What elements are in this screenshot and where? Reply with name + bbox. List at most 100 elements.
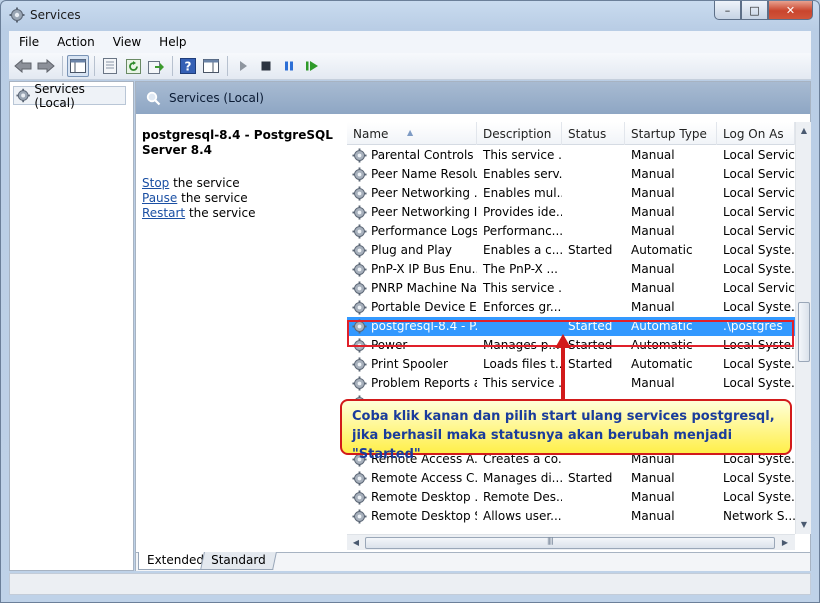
content-header: Services (Local) bbox=[136, 82, 810, 114]
table-row[interactable]: Problem Reports a... This service ... Manu… bbox=[347, 374, 795, 393]
export-list-button[interactable] bbox=[145, 55, 167, 77]
toolbar-separator bbox=[94, 56, 95, 76]
cell-startup-type: Manual bbox=[631, 224, 675, 238]
cell-startup-type: Manual bbox=[631, 490, 675, 504]
scroll-up-icon[interactable]: ▲ bbox=[798, 124, 810, 138]
stop-link[interactable]: Stop bbox=[142, 176, 169, 190]
table-row[interactable]: Remote Access C... Manages di... Started Ma… bbox=[347, 469, 795, 488]
menu-file[interactable]: File bbox=[9, 35, 47, 49]
cell-description: Enables mul... bbox=[483, 186, 562, 200]
horizontal-scroll-thumb[interactable] bbox=[365, 537, 775, 549]
restart-service-button[interactable] bbox=[301, 55, 323, 77]
scroll-left-icon[interactable]: ◀ bbox=[350, 536, 362, 550]
cell-name: Peer Networking I... bbox=[371, 205, 477, 219]
cell-log-on-as: Local Syste... bbox=[723, 376, 795, 390]
cell-description: Provides ide... bbox=[483, 205, 562, 219]
cell-status bbox=[562, 146, 625, 165]
cell-log-on-as: Local Syste... bbox=[723, 357, 795, 371]
view-tabs: Extended Standard bbox=[136, 552, 810, 571]
forward-button[interactable] bbox=[35, 55, 57, 77]
cell-log-on-as: Local Service bbox=[723, 281, 795, 295]
table-row[interactable]: Portable Device E... Enforces gr... Manual… bbox=[347, 298, 795, 317]
tree-node-label: Services (Local) bbox=[34, 81, 85, 110]
close-button[interactable]: ✕ bbox=[768, 1, 813, 20]
scroll-down-icon[interactable]: ▼ bbox=[798, 518, 810, 532]
cell-startup-type: Manual bbox=[631, 186, 675, 200]
cell-log-on-as: Network S... bbox=[723, 509, 795, 523]
table-row[interactable]: Print Spooler Loads files t... Started Auto… bbox=[347, 355, 795, 374]
refresh-icon bbox=[125, 58, 141, 74]
cell-description: Enforces gr... bbox=[483, 300, 562, 314]
menu-view[interactable]: View bbox=[103, 35, 149, 49]
cell-log-on-as: Local Service bbox=[723, 224, 795, 238]
show-action-pane-button[interactable] bbox=[200, 55, 222, 77]
cell-status: Started bbox=[568, 357, 613, 371]
status-bar bbox=[9, 573, 811, 595]
pause-link[interactable]: Pause bbox=[142, 191, 177, 205]
cell-description: Enables a c... bbox=[483, 243, 562, 257]
restart-action: Restart the service bbox=[142, 206, 255, 220]
cell-name: Performance Logs... bbox=[371, 224, 477, 238]
column-header-startup-type[interactable]: Startup Type bbox=[625, 122, 717, 145]
resume-icon bbox=[306, 61, 318, 71]
table-row[interactable]: Plug and Play Enables a c... Started Automa… bbox=[347, 241, 795, 260]
cell-name: Remote Desktop S... bbox=[371, 509, 477, 523]
help-button[interactable]: ? bbox=[177, 55, 199, 77]
cell-status: Started bbox=[568, 471, 613, 485]
title-bar[interactable]: Services – □ ✕ bbox=[1, 1, 819, 31]
table-row[interactable]: Parental Controls This service ... Manual L… bbox=[347, 146, 795, 165]
cell-status bbox=[562, 165, 625, 184]
toolbar-separator bbox=[227, 56, 228, 76]
menu-help[interactable]: Help bbox=[149, 35, 194, 49]
cell-description: This service ... bbox=[483, 281, 562, 295]
restart-link[interactable]: Restart bbox=[142, 206, 185, 220]
cell-name: Parental Controls bbox=[371, 148, 474, 162]
cell-name: PnP-X IP Bus Enu... bbox=[371, 262, 477, 276]
tab-standard[interactable]: Standard bbox=[200, 552, 277, 570]
table-row[interactable]: PnP-X IP Bus Enu... The PnP-X ... Manual Lo… bbox=[347, 260, 795, 279]
scroll-right-icon[interactable]: ▶ bbox=[779, 536, 791, 550]
properties-button[interactable] bbox=[99, 55, 121, 77]
cell-name: Print Spooler bbox=[371, 357, 448, 371]
minimize-button[interactable]: – bbox=[714, 1, 741, 20]
table-row[interactable]: Remote Desktop ... Remote Des... Manual Loc… bbox=[347, 488, 795, 507]
table-row[interactable]: Peer Name Resolu... Enables serv... Manual… bbox=[347, 165, 795, 184]
stop-action: Stop the service bbox=[142, 176, 240, 190]
maximize-button[interactable]: □ bbox=[741, 1, 768, 20]
cell-name: Remote Desktop ... bbox=[371, 490, 477, 504]
start-service-button[interactable] bbox=[232, 55, 254, 77]
cell-startup-type: Automatic bbox=[631, 357, 693, 371]
show-console-tree-button[interactable] bbox=[67, 55, 89, 77]
annotation-arrow-shaft bbox=[561, 346, 565, 400]
restart-action-suffix: the service bbox=[185, 206, 256, 220]
callout-line-2: jika berhasil maka statusnya akan beruba… bbox=[352, 428, 733, 462]
export-list-icon bbox=[148, 60, 164, 74]
cell-name: Plug and Play bbox=[371, 243, 453, 257]
menu-action[interactable]: Action bbox=[47, 35, 103, 49]
column-header-description[interactable]: Description bbox=[477, 122, 562, 145]
cell-name: Portable Device E... bbox=[371, 300, 477, 314]
back-button[interactable] bbox=[12, 55, 34, 77]
vertical-scrollbar[interactable]: ▲ ▼ bbox=[795, 122, 811, 534]
table-row[interactable]: PNRP Machine Na... This service ... Manual… bbox=[347, 279, 795, 298]
cell-startup-type: Automatic bbox=[631, 243, 693, 257]
toolbar: ? bbox=[9, 53, 811, 80]
column-header-log-on-as[interactable]: Log On As bbox=[717, 122, 795, 145]
table-row[interactable]: Remote Desktop S... Allows user... Manual N… bbox=[347, 507, 795, 526]
pause-service-button[interactable] bbox=[278, 55, 300, 77]
horizontal-scrollbar[interactable]: ◀ |||| ▶ bbox=[347, 534, 795, 550]
column-header-status[interactable]: Status bbox=[562, 122, 625, 145]
refresh-button[interactable] bbox=[122, 55, 144, 77]
vertical-scroll-thumb[interactable] bbox=[798, 302, 810, 362]
sort-ascending-icon: ▲ bbox=[407, 128, 414, 137]
play-icon bbox=[240, 61, 247, 71]
column-header-name[interactable]: ▲ Name bbox=[347, 122, 477, 145]
tree-node-services-local[interactable]: Services (Local) bbox=[13, 82, 126, 110]
cell-startup-type: Manual bbox=[631, 509, 675, 523]
table-row[interactable]: Performance Logs... Performanc... Manual Lo… bbox=[347, 222, 795, 241]
services-window: Services – □ ✕ File Action View Help ? S… bbox=[0, 0, 820, 603]
stop-service-button[interactable] bbox=[255, 55, 277, 77]
table-row[interactable]: Peer Networking ... Enables mul... Manual L… bbox=[347, 184, 795, 203]
table-row[interactable]: Peer Networking I... Provides ide... Manua… bbox=[347, 203, 795, 222]
annotation-callout: Coba klik kanan dan pilih start ulang se… bbox=[340, 399, 792, 462]
